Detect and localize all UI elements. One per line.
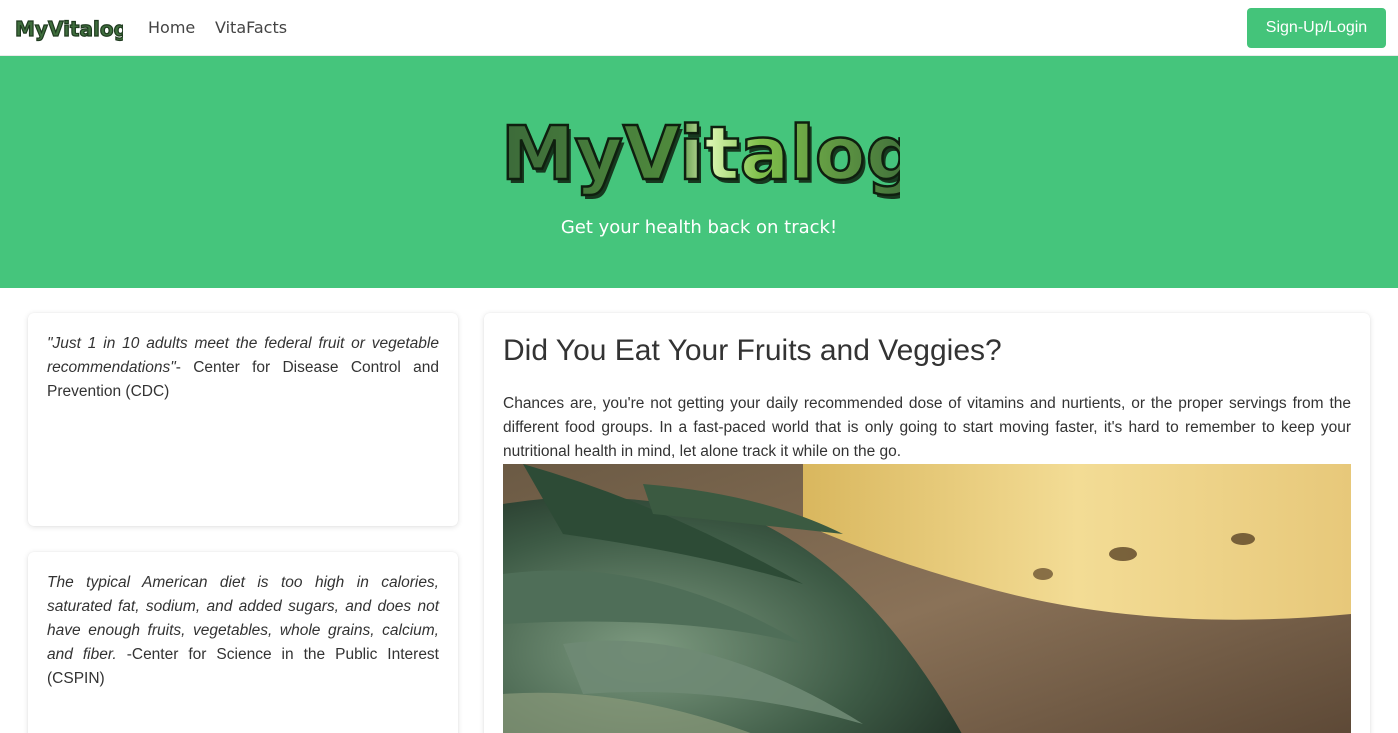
main-content-card: Did You Eat Your Fruits and Veggies? Cha…	[484, 313, 1370, 733]
signup-login-button[interactable]: Sign-Up/Login	[1247, 8, 1386, 48]
quote-card-cdc: "Just 1 in 10 adults meet the federal fr…	[28, 313, 458, 526]
hero-banner: MyVitalog MyVitalog Get your health back…	[0, 56, 1398, 288]
brand-logo-text: MyVitalog	[15, 17, 123, 41]
brand-logo[interactable]: MyVitalog	[13, 14, 123, 42]
quote-text-cdc: "Just 1 in 10 adults meet the federal fr…	[47, 332, 439, 404]
quote-card-cspin: The typical American diet is too high in…	[28, 552, 458, 733]
pineapple-photo	[503, 464, 1351, 733]
navbar: MyVitalog Home VitaFacts Sign-Up/Login	[0, 0, 1398, 56]
main-title: Did You Eat Your Fruits and Veggies?	[503, 334, 1002, 367]
quote-text-cspin: The typical American diet is too high in…	[47, 571, 439, 691]
main-body-text: Chances are, you're not getting your dai…	[503, 395, 1351, 460]
pineapple-photo-art	[503, 464, 1351, 733]
hero-logo-text: MyVitalog	[501, 111, 900, 197]
hero-tagline: Get your health back on track!	[560, 217, 838, 238]
hero-logo: MyVitalog MyVitalog	[500, 111, 900, 201]
nav-home-link[interactable]: Home	[148, 18, 195, 38]
nav-vitafacts-link[interactable]: VitaFacts	[215, 18, 287, 38]
